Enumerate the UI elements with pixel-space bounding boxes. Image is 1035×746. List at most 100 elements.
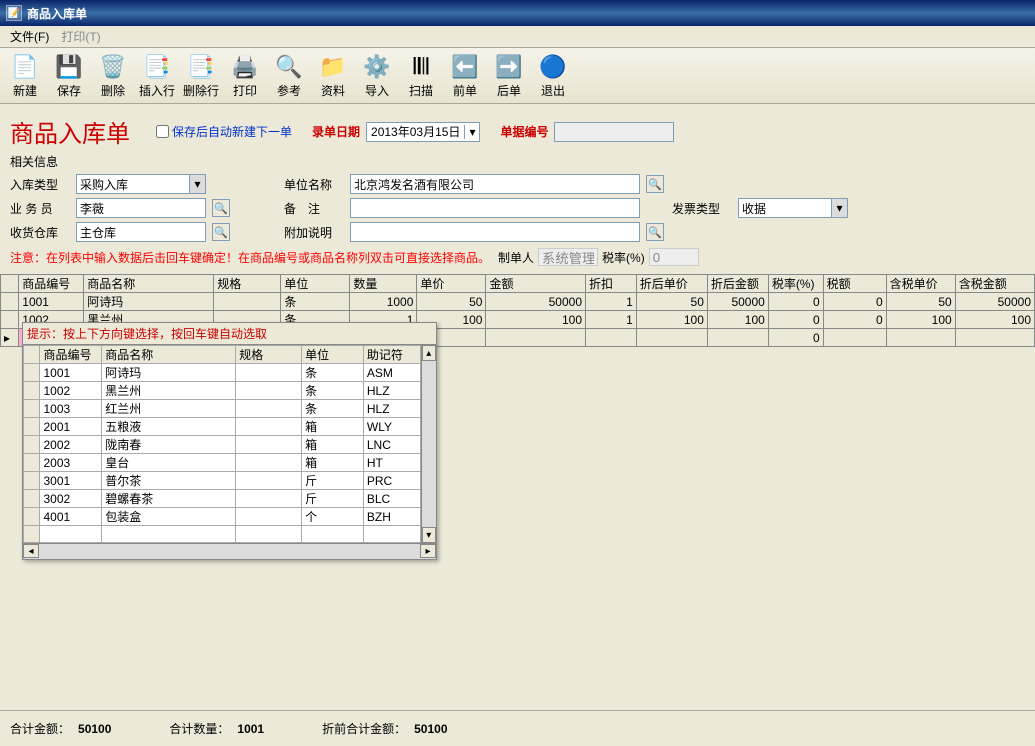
invoicetype-arrow[interactable]: ▾ [831,199,847,217]
popup-cell[interactable]: 黑兰州 [102,382,236,400]
cell[interactable]: 50000 [486,293,586,311]
popup-cell[interactable]: 1002 [40,382,102,400]
popup-cell[interactable]: 3001 [40,472,102,490]
popup-cell[interactable]: BZH [363,508,420,526]
cell[interactable]: 1001 [19,293,84,311]
popup-cell[interactable] [236,436,302,454]
popup-cell[interactable]: 3002 [40,490,102,508]
cell[interactable]: 50 [636,293,707,311]
menu-file[interactable]: 文件(F) [4,26,55,47]
popup-cell[interactable] [236,454,302,472]
invoicetype-input[interactable] [739,199,831,217]
popup-hscroll[interactable]: ◂ ▸ [23,543,436,559]
popup-cell[interactable]: 斤 [302,472,364,490]
cell[interactable]: 100 [636,311,707,329]
salesman-lookup[interactable]: 🔍 [212,199,230,217]
docno-input[interactable] [554,122,674,142]
product-picker-popup[interactable]: 提示：按上下方向键选择，按回车键自动选取 商品编号商品名称规格单位助记符1001… [22,322,437,560]
popup-table[interactable]: 商品编号商品名称规格单位助记符1001阿诗玛条ASM1002黑兰州条HLZ100… [23,345,421,543]
cell[interactable] [955,329,1034,347]
popup-cell[interactable] [236,382,302,400]
col-header[interactable]: 商品编号 [19,275,84,293]
cell[interactable] [214,293,281,311]
cell[interactable] [823,329,886,347]
col-header[interactable]: 金额 [486,275,586,293]
popup-cell[interactable]: 陇南春 [102,436,236,454]
toolbar-打印[interactable]: 🖨️打印 [224,51,266,101]
toolbar-扫描[interactable]: 𝄃𝄃𝄂扫描 [400,51,442,101]
col-header[interactable]: 折后单价 [636,275,707,293]
toolbar-后单[interactable]: ➡️后单 [488,51,530,101]
cell[interactable]: 0 [768,293,823,311]
extra-input[interactable] [350,222,640,242]
popup-cell[interactable]: 条 [302,400,364,418]
unitname-input[interactable] [350,174,640,194]
scroll-left-icon[interactable]: ◂ [23,544,39,558]
popup-row[interactable]: 3002碧螺春茶斤BLC [24,490,421,508]
popup-cell[interactable]: HLZ [363,382,420,400]
toolbar-参考[interactable]: 🔍参考 [268,51,310,101]
col-header[interactable]: 含税单价 [886,275,955,293]
popup-col-header[interactable]: 规格 [236,346,302,364]
cell[interactable]: 1000 [350,293,417,311]
popup-cell[interactable]: 条 [302,364,364,382]
popup-cell[interactable]: HT [363,454,420,472]
popup-vscroll[interactable]: ▴ ▾ [421,345,436,543]
popup-cell[interactable]: WLY [363,418,420,436]
popup-cell[interactable]: 条 [302,382,364,400]
cell[interactable]: 0 [823,293,886,311]
popup-cell[interactable]: 1001 [40,364,102,382]
table-row[interactable]: 1001阿诗玛条1000505000015050000005050000 [1,293,1035,311]
taxrate-value[interactable] [649,248,699,266]
invoicetype-dropdown[interactable]: ▾ [738,198,848,218]
popup-cell[interactable] [236,364,302,382]
toolbar-删除行[interactable]: 📑删除行 [180,51,222,101]
cell[interactable]: 100 [486,311,586,329]
popup-cell[interactable] [236,400,302,418]
popup-cell[interactable]: 1003 [40,400,102,418]
popup-cell[interactable]: 斤 [302,490,364,508]
popup-row[interactable]: 1001阿诗玛 条ASM [24,364,421,382]
warehouse-input[interactable] [76,222,206,242]
salesman-input[interactable] [76,198,206,218]
cell[interactable]: 100 [955,311,1034,329]
popup-cell[interactable]: 箱 [302,454,364,472]
toolbar-插入行[interactable]: 📑插入行 [136,51,178,101]
popup-cell[interactable]: 箱 [302,418,364,436]
popup-cell[interactable]: ASM [363,364,420,382]
cell[interactable] [486,329,586,347]
popup-cell[interactable]: 普尔茶 [102,472,236,490]
col-header[interactable]: 规格 [214,275,281,293]
popup-row[interactable]: 1003红兰州条HLZ [24,400,421,418]
cell[interactable]: 0 [768,311,823,329]
col-header[interactable]: 单价 [417,275,486,293]
popup-col-header[interactable]: 商品编号 [40,346,102,364]
cell[interactable]: 0 [823,311,886,329]
popup-col-header[interactable]: 单位 [302,346,364,364]
popup-cell[interactable]: 个 [302,508,364,526]
auto-new-check[interactable] [156,125,169,138]
warehouse-lookup[interactable]: 🔍 [212,223,230,241]
popup-cell[interactable]: 2002 [40,436,102,454]
popup-cell[interactable]: 皇台 [102,454,236,472]
cell[interactable] [636,329,707,347]
cell[interactable]: 50000 [707,293,768,311]
popup-cell[interactable] [236,472,302,490]
popup-cell[interactable]: 阿诗玛 [102,364,236,382]
popup-cell[interactable]: 包装盒 [102,508,236,526]
intype-input[interactable] [77,175,189,193]
popup-cell[interactable]: 箱 [302,436,364,454]
toolbar-导入[interactable]: ⚙️导入 [356,51,398,101]
popup-cell[interactable]: BLC [363,490,420,508]
remark-input[interactable] [350,198,640,218]
intype-dropdown[interactable]: ▾ [76,174,206,194]
cell[interactable]: 50000 [955,293,1034,311]
popup-cell[interactable]: 2003 [40,454,102,472]
col-header[interactable]: 折后金额 [707,275,768,293]
popup-cell[interactable]: 五粮液 [102,418,236,436]
toolbar-保存[interactable]: 💾保存 [48,51,90,101]
cell[interactable] [886,329,955,347]
toolbar-新建[interactable]: 📄新建 [4,51,46,101]
popup-row[interactable]: 2003皇台 箱HT [24,454,421,472]
cell[interactable]: 阿诗玛 [84,293,214,311]
